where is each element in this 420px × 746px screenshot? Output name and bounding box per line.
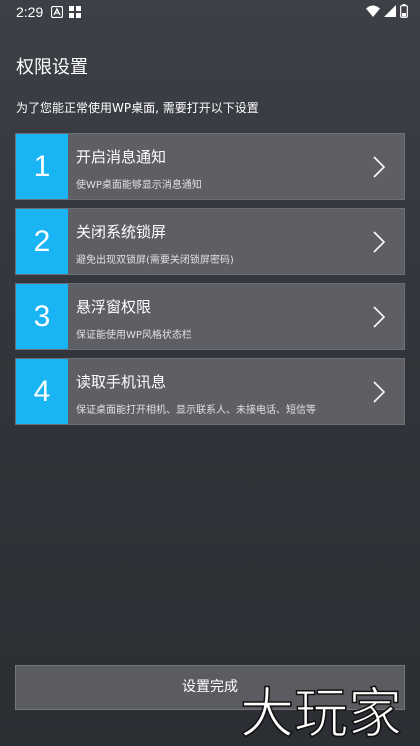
permission-description: 避免出现双锁屏(需要关闭锁屏密码) <box>76 255 234 266</box>
permission-description: 保证桌面能打开相机、显示联系人、未接电话、短信等 <box>76 405 316 416</box>
status-time: 2:29 <box>16 4 44 20</box>
permission-number: 1 <box>16 134 68 199</box>
page-subtitle: 为了您能正常使用WP桌面, 需要打开以下设置 <box>16 101 259 115</box>
permission-item-lockscreen[interactable]: 2 关闭系统锁屏 避免出现双锁屏(需要关闭锁屏密码) <box>15 208 405 275</box>
signal-icon <box>384 5 396 17</box>
status-bar: 2:29 <box>0 0 420 24</box>
chevron-right-icon <box>373 156 386 178</box>
permission-title: 关闭系统锁屏 <box>76 223 167 241</box>
watermark-logo: 大玩家 <box>239 681 403 744</box>
permission-number: 4 <box>16 359 68 424</box>
permission-item-phone-info[interactable]: 4 读取手机讯息 保证桌面能打开相机、显示联系人、未接电话、短信等 <box>15 358 405 425</box>
permission-title: 读取手机讯息 <box>76 373 167 391</box>
watermark-text: 大玩家 <box>240 682 402 744</box>
permission-list: 1 开启消息通知 使WP桌面能够显示消息通知 2 关闭系统锁屏 避免出现双锁屏(… <box>15 133 405 433</box>
permission-title: 开启消息通知 <box>76 148 167 166</box>
page-title: 权限设置 <box>16 57 88 78</box>
chevron-right-icon <box>373 231 386 253</box>
android-auto-icon <box>51 6 63 18</box>
permission-item-overlay[interactable]: 3 悬浮窗权限 保证能使用WP风格状态栏 <box>15 283 405 350</box>
permission-description: 使WP桌面能够显示消息通知 <box>76 180 202 191</box>
permission-description: 保证能使用WP风格状态栏 <box>76 330 192 341</box>
apps-grid-icon <box>69 6 81 18</box>
chevron-right-icon <box>373 306 386 328</box>
permission-number: 3 <box>16 284 68 349</box>
chevron-right-icon <box>373 381 386 403</box>
permission-number: 2 <box>16 209 68 274</box>
permission-title: 悬浮窗权限 <box>76 298 152 316</box>
permission-item-notifications[interactable]: 1 开启消息通知 使WP桌面能够显示消息通知 <box>15 133 405 200</box>
wifi-icon <box>366 5 380 17</box>
battery-icon <box>400 4 408 18</box>
